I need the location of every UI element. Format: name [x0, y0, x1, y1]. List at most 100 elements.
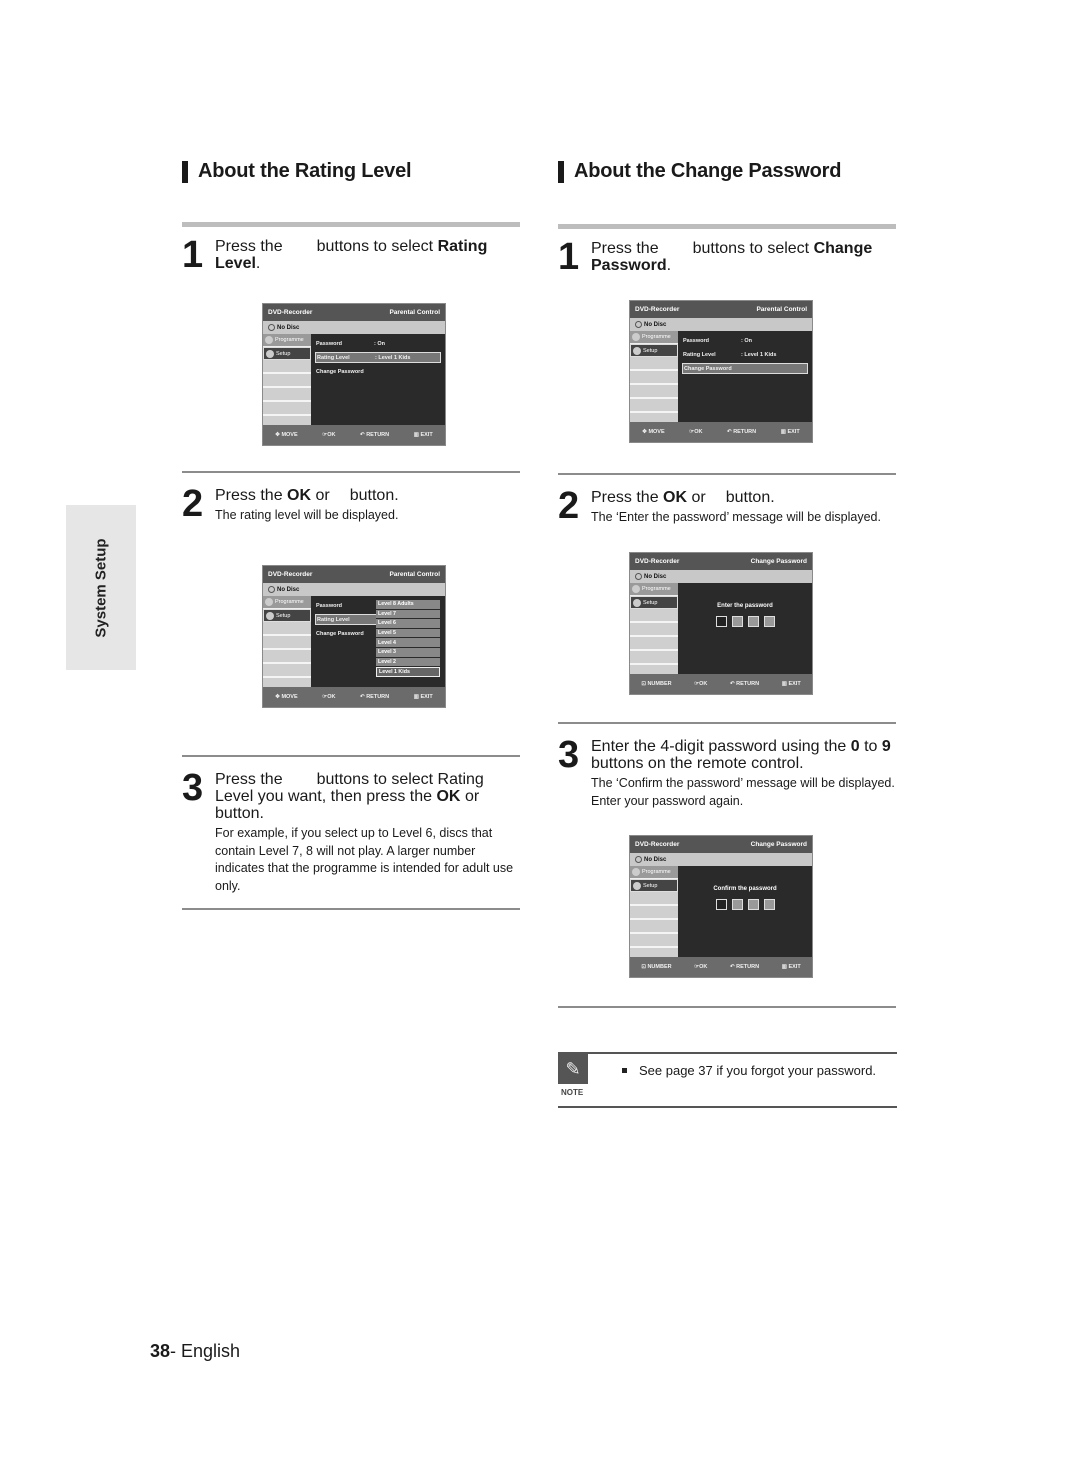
osd-foot-ok: ☞OK — [689, 429, 703, 435]
osd-level-option-selected: Level 1 Kids — [376, 667, 440, 677]
osd-level-list: Level 8 Adults Level 7 Level 6 Level 5 L… — [376, 600, 440, 677]
note-box: ✎ NOTE See page 37 if you forgot your pa… — [558, 1052, 897, 1108]
side-tab-label: System Setup — [92, 537, 110, 638]
step-bold: Rating — [437, 238, 488, 255]
osd-password-boxes — [678, 899, 812, 910]
osd-foot-number: ⊡ NUMBER — [641, 681, 672, 687]
osd-level-option: Level 5 — [376, 628, 440, 639]
osd-row-change-password-selected: Change Password — [682, 363, 808, 374]
osd-menu-setup: Setup — [630, 344, 678, 357]
step-bold: 0 — [850, 738, 860, 755]
step-text: . — [255, 255, 261, 272]
osd-foot-exit: ▥ EXIT — [413, 432, 433, 438]
osd-foot-move: ✥ MOVE — [275, 694, 298, 700]
osd-row-rating-selected: Rating Level: Level 1 Kids — [315, 352, 441, 363]
password-digit-box — [731, 616, 743, 627]
step-bold: Level — [215, 255, 256, 272]
osd-menu-programme: Programme — [263, 334, 311, 347]
password-digit-box — [715, 899, 727, 910]
osd-row-password: Password: On — [316, 340, 385, 347]
osd-brand: DVD-Recorder — [268, 309, 313, 316]
gear-icon — [633, 881, 641, 890]
change-step-3: 3 Enter the 4-digit password using the 0… — [558, 736, 896, 810]
osd-foot-ok: ☞OK — [322, 694, 336, 700]
step-text: Level you want, then press the — [215, 788, 433, 805]
step-text: or — [464, 788, 480, 805]
password-digit-box — [763, 899, 775, 910]
step-text: Enter the 4-digit password using the — [591, 738, 847, 755]
password-digit-box — [731, 899, 743, 910]
page-number: 38- English — [150, 1341, 240, 1362]
osd-disc-status: No Disc — [277, 324, 300, 331]
osd-password-boxes — [678, 616, 812, 627]
disc-icon — [635, 573, 642, 580]
change-password-heading: About the Change Password — [558, 160, 841, 183]
osd-foot-exit: ▥ EXIT — [780, 429, 800, 435]
gear-icon — [633, 598, 641, 607]
change-step-1: 1 Press the buttons to select Change Pass… — [558, 238, 896, 276]
change-step-2: 2 Press the OK or button. The ‘Enter the … — [558, 485, 896, 527]
step-bold: OK — [436, 788, 461, 805]
osd-menu-setup: Setup — [630, 596, 678, 609]
osd-brand: DVD-Recorder — [268, 571, 313, 578]
osd-foot-return: ↶ RETURN — [730, 681, 760, 687]
osd-change-password-enter: DVD-Recorder Change Password No Disc Prog… — [629, 552, 813, 695]
osd-confirm-password-message: Confirm the password — [713, 886, 777, 892]
step-text: buttons to select — [316, 238, 434, 255]
step-bold: Password — [591, 257, 667, 274]
osd-disc-status: No Disc — [644, 321, 667, 328]
password-digit-box — [763, 616, 775, 627]
programme-icon — [632, 333, 640, 341]
note-label: NOTE — [561, 1088, 584, 1097]
programme-icon — [632, 585, 640, 593]
password-digit-box — [715, 616, 727, 627]
step-bold: Change — [813, 240, 873, 257]
gear-icon — [266, 349, 274, 358]
disc-icon — [268, 324, 275, 331]
osd-foot-move: ✥ MOVE — [275, 432, 298, 438]
step-text: buttons on the remote control. — [591, 755, 804, 772]
osd-foot-exit: ▥ EXIT — [413, 694, 433, 700]
page-number-value: 38 — [150, 1341, 171, 1361]
osd-foot-return: ↶ RETURN — [360, 694, 390, 700]
osd-parental-control-change: DVD-Recorder Parental Control No Disc Pro… — [629, 300, 813, 443]
rating-step-2: 2 Press the OK or button. The rating leve… — [182, 485, 520, 525]
step-number: 1 — [182, 234, 203, 276]
osd-parental-control-rating: DVD-Recorder Parental Control No Disc Pro… — [262, 303, 446, 446]
heading-text: About the Change Password — [574, 160, 842, 182]
rating-level-heading: About the Rating Level — [182, 160, 412, 183]
osd-menu-setup: Setup — [263, 347, 311, 360]
osd-level-option: Level 3 — [376, 647, 440, 658]
divider — [558, 473, 896, 475]
step-text: button. — [215, 805, 264, 822]
osd-foot-move: ✥ MOVE — [642, 429, 665, 435]
osd-menu-setup: Setup — [263, 609, 311, 622]
step-text: . — [666, 257, 672, 274]
step-text: Press the — [215, 238, 283, 255]
osd-title: Parental Control — [756, 306, 807, 313]
step-text: Press the — [215, 771, 283, 788]
osd-title: Parental Control — [389, 571, 440, 578]
step-bold: 9 — [881, 738, 891, 755]
step-text: or — [691, 489, 706, 506]
heading-bar — [182, 160, 188, 183]
step-text: buttons to select — [692, 240, 810, 257]
step-number: 2 — [558, 485, 579, 527]
pencil-icon: ✎ — [558, 1054, 588, 1084]
osd-foot-return: ↶ RETURN — [360, 432, 390, 438]
section-side-tab: System Setup — [66, 505, 136, 670]
osd-foot-return: ↶ RETURN — [730, 964, 760, 970]
divider — [182, 222, 520, 227]
osd-brand: DVD-Recorder — [635, 306, 680, 313]
osd-change-password-confirm: DVD-Recorder Change Password No Disc Prog… — [629, 835, 813, 978]
password-digit-box — [747, 899, 759, 910]
osd-disc-status: No Disc — [277, 586, 300, 593]
divider — [182, 471, 520, 473]
osd-foot-ok: ☞OK — [694, 964, 708, 970]
step-description: The rating level will be displayed. — [215, 508, 399, 522]
osd-row-change-password: Change Password — [316, 368, 364, 375]
osd-brand: DVD-Recorder — [635, 841, 680, 848]
osd-menu-programme: Programme — [630, 583, 678, 596]
disc-icon — [268, 586, 275, 593]
programme-icon — [265, 336, 273, 344]
